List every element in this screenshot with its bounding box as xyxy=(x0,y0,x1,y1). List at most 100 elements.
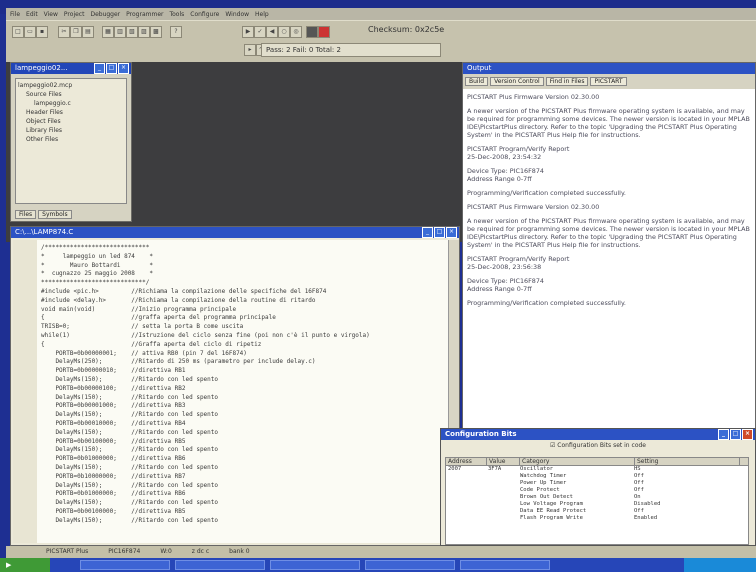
code-line[interactable]: while(1) //Istruzione del ciclo senza fi… xyxy=(41,332,370,341)
code-line[interactable]: DelayMs(150); //Ritardo con led spento xyxy=(41,482,370,491)
save-icon[interactable]: ▪ xyxy=(36,26,48,38)
close-icon[interactable]: × xyxy=(446,227,457,238)
build-all-icon[interactable]: ▨ xyxy=(138,26,150,38)
run-icon[interactable]: ▸ xyxy=(244,44,256,56)
code-line[interactable]: *****************************/ xyxy=(41,279,370,288)
tree-item-library-files[interactable]: Library Files xyxy=(18,126,124,135)
code-line[interactable]: void main(void) //Inizio programma princ… xyxy=(41,306,370,315)
code-line[interactable]: PORTB=0b00100000; //direttiva RB5 xyxy=(41,508,370,517)
table-row[interactable]: Data EE Read Protect Off xyxy=(446,508,748,515)
table-row[interactable]: Low Voltage Program Disabled xyxy=(446,501,748,508)
maximize-icon[interactable]: □ xyxy=(730,429,741,440)
read-icon[interactable]: ◀ xyxy=(266,26,278,38)
code-line[interactable]: * Mauro Bottardi * xyxy=(41,262,370,271)
code-line[interactable]: PORTB=0b10000000; //direttiva RB7 xyxy=(41,473,370,482)
code-line[interactable]: PORTB=0b00001000; //direttiva RB3 xyxy=(41,402,370,411)
table-row[interactable]: 2007 3F7A Oscillator HS xyxy=(446,466,748,473)
configuration-bits-window[interactable]: Configuration Bits _ □ × ☑ Configuration B… xyxy=(440,428,756,546)
code-editor[interactable]: /***************************** * lampeggi… xyxy=(13,240,449,543)
tree-item-header-files[interactable]: Header Files xyxy=(18,108,124,117)
code-line[interactable]: DelayMs(150); //Ritardo con led spento xyxy=(41,429,370,438)
code-editor-window[interactable]: C:\...\LAMP874.C _ □ × /******************… xyxy=(10,226,460,546)
build-icon[interactable]: ▥ xyxy=(114,26,126,38)
code-line[interactable]: PORTB=0b01000000; //direttiva RB6 xyxy=(41,455,370,464)
copy-icon[interactable]: ❐ xyxy=(70,26,82,38)
code-line[interactable]: DelayMs(150); //Ritardo con led spento xyxy=(41,446,370,455)
code-line[interactable]: { //graffa aperta del programma principa… xyxy=(41,314,370,323)
debug-icon[interactable]: ▩ xyxy=(150,26,162,38)
code-line[interactable]: PORTB=0b00000001; // attiva RB0 (pin 7 d… xyxy=(41,350,370,359)
code-line[interactable]: #include <pic.h> //Richiama la compilazi… xyxy=(41,288,370,297)
output-window-titlebar[interactable]: Output xyxy=(463,63,755,74)
tab-find-in-files[interactable]: Find in Files xyxy=(545,77,589,86)
minimize-icon[interactable]: _ xyxy=(718,429,729,440)
code-line[interactable]: PORTB=0b00000010; //direttiva RB1 xyxy=(41,367,370,376)
project-window-titlebar[interactable]: lampeggio02... _ □ × xyxy=(11,63,131,74)
code-line[interactable]: TRISB=0; // setta la porta B come uscita xyxy=(41,323,370,332)
tab-version-control[interactable]: Version Control xyxy=(490,77,544,86)
tree-item-project[interactable]: lampeggio02.mcp xyxy=(18,81,124,90)
code-line[interactable]: DelayMs(150); //Ritardo con led spento xyxy=(41,517,370,526)
paste-icon[interactable]: ▤ xyxy=(82,26,94,38)
minimize-icon[interactable]: _ xyxy=(422,227,433,238)
menu-help[interactable]: Help xyxy=(255,11,269,18)
col-category[interactable]: Category xyxy=(520,458,635,465)
maximize-icon[interactable]: □ xyxy=(106,63,117,74)
config-window-titlebar[interactable]: Configuration Bits _ □ × xyxy=(441,429,755,440)
menu-configure[interactable]: Configure xyxy=(190,11,219,18)
table-row[interactable]: Power Up Timer Off xyxy=(446,480,748,487)
code-window-titlebar[interactable]: C:\...\LAMP874.C _ □ × xyxy=(11,227,459,238)
new-file-icon[interactable]: □ xyxy=(12,26,24,38)
maximize-icon[interactable]: □ xyxy=(434,227,445,238)
table-row[interactable]: Code Protect Off xyxy=(446,487,748,494)
minimize-icon[interactable]: _ xyxy=(94,63,105,74)
tree-item-object-files[interactable]: Object Files xyxy=(18,117,124,126)
enable-programmer-icon[interactable] xyxy=(306,26,318,38)
menu-file[interactable]: File xyxy=(10,11,20,18)
tree-item-source-file[interactable]: lampeggio.c xyxy=(18,99,124,108)
table-row[interactable]: Watchdog Timer Off xyxy=(446,473,748,480)
code-line[interactable]: PORTB=0b00000100; //direttiva RB2 xyxy=(41,385,370,394)
tree-item-other-files[interactable]: Other Files xyxy=(18,135,124,144)
code-line[interactable]: DelayMs(150); //Ritardo con led spento xyxy=(41,499,370,508)
program-icon[interactable]: ▶ xyxy=(242,26,254,38)
menu-programmer[interactable]: Programmer xyxy=(126,11,163,18)
code-line[interactable]: /***************************** xyxy=(41,244,370,253)
tree-item-source-files[interactable]: Source Files xyxy=(18,90,124,99)
help-icon[interactable]: ? xyxy=(170,26,182,38)
menu-view[interactable]: View xyxy=(44,11,58,18)
col-value[interactable]: Value xyxy=(487,458,520,465)
code-line[interactable]: DelayMs(250); //Ritardo di 250 ms (param… xyxy=(41,358,370,367)
open-file-icon[interactable]: ▭ xyxy=(24,26,36,38)
menu-debugger[interactable]: Debugger xyxy=(90,11,120,18)
taskbar-item[interactable] xyxy=(365,560,455,570)
tab-files[interactable]: Files xyxy=(15,210,37,219)
tab-picstart[interactable]: PICSTART xyxy=(590,77,627,86)
taskbar-item[interactable] xyxy=(270,560,360,570)
code-line[interactable]: DelayMs(150); //Ritardo con led spento xyxy=(41,464,370,473)
taskbar-item[interactable] xyxy=(80,560,170,570)
table-row[interactable]: Brown Out Detect On xyxy=(446,494,748,501)
tab-build[interactable]: Build xyxy=(465,77,489,86)
code-line[interactable]: DelayMs(150); //Ritardo con led spento xyxy=(41,411,370,420)
code-line[interactable]: DelayMs(150); //Ritardo con led spento xyxy=(41,376,370,385)
close-icon[interactable]: × xyxy=(118,63,129,74)
table-row[interactable]: Flash Program Write Enabled xyxy=(446,515,748,522)
menu-project[interactable]: Project xyxy=(64,11,85,18)
make-icon[interactable]: ▧ xyxy=(126,26,138,38)
verify-icon[interactable]: ✓ xyxy=(254,26,266,38)
start-button[interactable]: ▶ xyxy=(0,558,50,572)
tab-symbols[interactable]: Symbols xyxy=(38,210,72,219)
code-line[interactable]: PORTB=0b00010000; //direttiva RB4 xyxy=(41,420,370,429)
menu-edit[interactable]: Edit xyxy=(26,11,38,18)
code-line[interactable]: { //Graffa aperta del ciclo di ripetiz xyxy=(41,341,370,350)
code-line[interactable]: * cugnazzo 25 maggio 2008 * xyxy=(41,270,370,279)
blank-check-icon[interactable]: ○ xyxy=(278,26,290,38)
close-icon[interactable]: × xyxy=(742,429,753,440)
print-icon[interactable]: ▦ xyxy=(102,26,114,38)
menu-window[interactable]: Window xyxy=(225,11,249,18)
col-setting[interactable]: Setting xyxy=(635,458,740,465)
project-window[interactable]: lampeggio02... _ □ × lampeggio02.mcp Sourc… xyxy=(10,62,132,222)
menu-tools[interactable]: Tools xyxy=(169,11,184,18)
code-line[interactable]: * lampeggio un led 874 * xyxy=(41,253,370,262)
